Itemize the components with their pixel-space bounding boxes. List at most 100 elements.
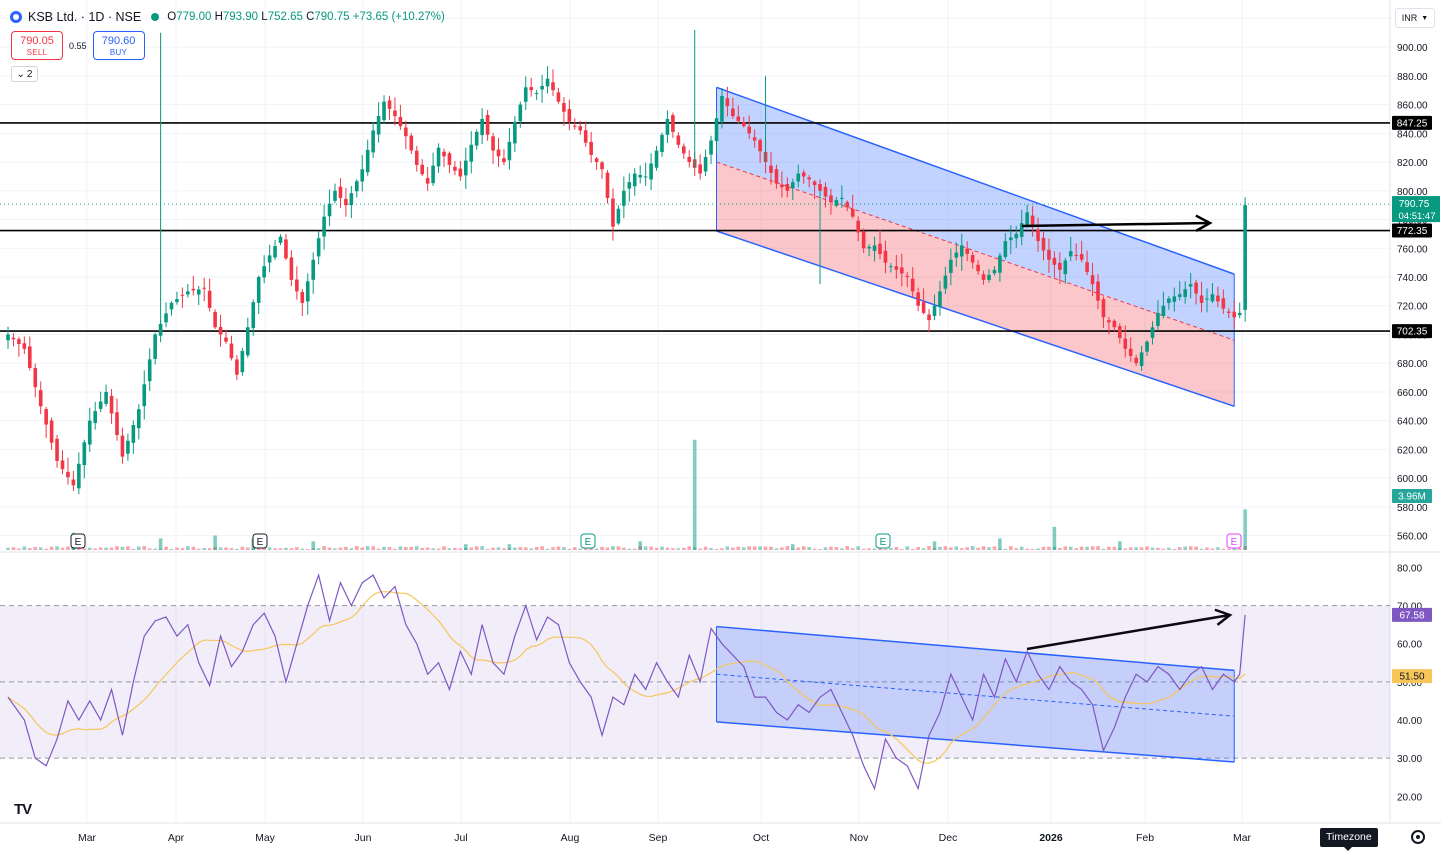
candle-body [741,121,746,127]
candle-body [158,323,163,336]
volume-bar [1058,547,1062,550]
currency-select[interactable]: INR ▼ [1395,8,1435,28]
time-axis-label: Mar [1233,832,1252,844]
candle-body [1199,295,1204,303]
volume-bar [1199,548,1204,550]
candle-body [1014,233,1019,239]
candle-body [954,252,959,258]
volume-bar [180,548,185,550]
candle-body [322,216,326,237]
candle-body [425,178,430,184]
volume-bar [867,548,871,550]
volume-bar [676,548,681,550]
candle-body [916,292,920,306]
candle-body [1183,289,1187,297]
volume-bar [889,547,893,550]
volume-bar [910,548,915,550]
candle-body [344,198,348,206]
volume-bar [496,547,501,550]
indicators-toggle-button[interactable]: ⌄ 2 [11,66,38,82]
candle-body [251,302,256,329]
candle-body [393,110,397,117]
buy-button[interactable]: 790.60 BUY [92,31,145,60]
rsi-tick-label: 30.00 [1397,754,1422,765]
gear-icon[interactable] [1411,830,1425,844]
volume-bar [900,548,904,550]
symbol-title[interactable]: KSB Ltd. · 1D · NSE [28,10,141,24]
timezone-button[interactable]: Timezone [1320,828,1378,851]
sell-price: 790.05 [20,35,54,47]
spread-value: 0.55 [69,40,87,51]
candle-body [289,257,294,280]
chart-canvas[interactable]: EEEEE 920.00900.00880.00860.00840.00820.… [0,0,1441,854]
candle-body [894,266,899,270]
sell-button[interactable]: 790.05 SELL [11,31,63,60]
candle-body [758,140,762,152]
candle-body [605,172,610,198]
candle-body [834,200,839,206]
volume-bar [17,548,21,550]
candle-body [311,259,315,280]
volume-bar [474,546,479,550]
candle-body [229,343,234,359]
level-772-label: 772.35 [1397,226,1428,237]
tradingview-logo-icon[interactable]: TV [14,801,32,818]
volume-bar [523,547,528,550]
time-axis-label: Feb [1136,832,1154,844]
candle-body [856,220,860,233]
candle-body [349,193,354,206]
volume-bar [649,546,653,550]
candle-body [1156,312,1160,326]
volume-bar [1118,541,1122,550]
volume-bar [109,547,114,550]
volume-bar [818,548,822,550]
candle-body [382,101,386,121]
candle-body [295,279,299,292]
volume-bar [943,546,948,550]
time-axis-label: Jul [454,832,467,844]
volume-bar [987,547,991,550]
ohlc-values: O779.00 H793.90 L752.65 C790.75 +73.65 (… [167,11,445,23]
volume-bar [11,547,16,550]
price-tick-label: 740.00 [1397,273,1428,284]
buy-price: 790.60 [101,35,136,47]
volume-bar [240,546,245,550]
candle-body [949,259,953,273]
volume-bar [763,546,768,550]
indicators-count: 2 [26,68,33,80]
candle-body [137,409,141,429]
candle-body [611,198,615,227]
candle-body [676,135,681,145]
volume-bar [562,547,566,550]
volume-bar [196,548,201,550]
volume-bar [420,547,424,550]
volume-bar [1014,548,1019,550]
candle-body [638,174,642,178]
candle-body [1063,260,1068,275]
volume-bar [1183,546,1187,550]
price-tick-label: 760.00 [1397,244,1428,255]
candle-body [1216,295,1220,302]
candle-body [316,238,321,257]
volume-bar [469,547,474,550]
time-axis-label: Dec [939,832,958,844]
candle-body [365,149,370,173]
earnings-marker-label: E [75,537,82,548]
volume-bar [1243,509,1247,550]
candle-body [861,231,866,249]
candle-body [872,245,877,251]
chart-area[interactable]: EEEEE 920.00900.00880.00860.00840.00820.… [0,0,1441,854]
candle-body [889,266,893,268]
candle-body [1134,357,1138,364]
volume-bar [229,548,234,550]
volume-bar [191,546,196,550]
candle-body [1145,341,1149,352]
candle-body [360,169,365,182]
candle-body [164,313,168,323]
candle-body [1096,281,1100,301]
volume-bar [387,546,392,550]
time-axis-label: Sep [649,832,668,844]
trade-panel: 790.05 SELL 0.55 790.60 BUY [11,31,145,60]
candle-body [965,248,969,255]
candle-body [1172,296,1177,302]
